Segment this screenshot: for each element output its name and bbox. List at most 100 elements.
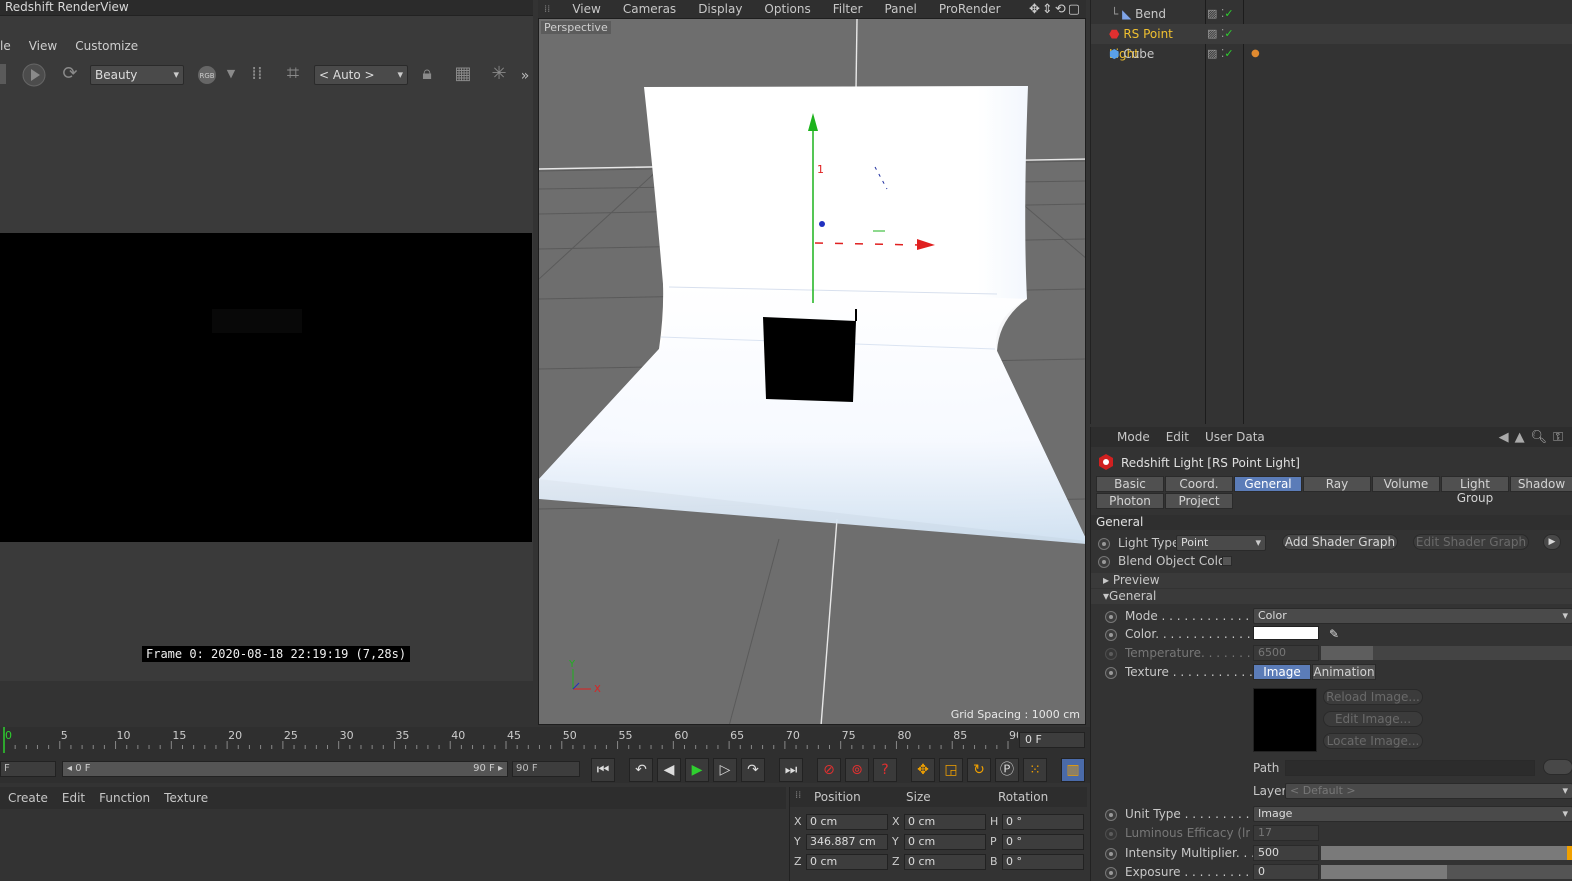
material-menu-texture[interactable]: Texture <box>164 791 208 805</box>
attr-menu-edit[interactable]: Edit <box>1166 430 1189 444</box>
color-swatch[interactable] <box>1253 626 1319 640</box>
previous-key-icon[interactable]: ↶ <box>629 758 653 782</box>
object-row-bend[interactable]: └ ◣ Bend ▨ ⁚✓ <box>1091 4 1572 24</box>
crop-icon[interactable]: ⌗ <box>280 63 306 85</box>
size-y-field[interactable]: 0 cm <box>904 834 986 850</box>
eyedropper-icon[interactable]: ✎ <box>1329 625 1339 643</box>
material-menu-create[interactable]: Create <box>8 791 48 805</box>
position-y-field[interactable]: 346.887 cm <box>806 834 888 850</box>
position-x-field[interactable]: 0 cm <box>806 814 888 830</box>
animate-radio[interactable] <box>1105 867 1117 879</box>
edit-image-button[interactable]: Edit Image... <box>1323 711 1423 727</box>
animate-radio[interactable] <box>1098 538 1110 550</box>
light-type-select[interactable]: Point <box>1176 535 1266 551</box>
visibility-toggles[interactable]: ▨ ⁚✓ <box>1207 4 1234 24</box>
menu-file[interactable]: le <box>0 39 11 53</box>
general-subsection-header[interactable]: ▾General <box>1091 589 1572 604</box>
refresh-icon[interactable]: ⟳ <box>58 64 82 84</box>
tab-volume[interactable]: Volume <box>1372 476 1440 492</box>
size-x-field[interactable]: 0 cm <box>904 814 986 830</box>
preview-section-header[interactable]: ▸ Preview <box>1091 573 1572 588</box>
viewport-menu-prorender[interactable]: ProRender <box>939 2 1001 16</box>
lock-icon[interactable]: 🔒︎ <box>416 64 438 84</box>
mode-select[interactable]: Color <box>1253 608 1572 624</box>
render-play-icon[interactable] <box>20 62 48 88</box>
unit-type-select[interactable]: Image <box>1253 806 1572 822</box>
visibility-toggles[interactable]: ▨ ⁚✓ <box>1207 24 1234 44</box>
rotation-key-icon[interactable]: ↻ <box>967 758 991 782</box>
viewport-menu-view[interactable]: View <box>572 2 600 16</box>
rotation-h-field[interactable]: 0 ° <box>1002 814 1084 830</box>
tab-photon[interactable]: Photon <box>1096 493 1164 509</box>
viewport-menu-filter[interactable]: Filter <box>833 2 863 16</box>
play-icon[interactable]: ▶ <box>685 758 709 782</box>
start-frame-field[interactable]: F <box>0 761 56 777</box>
viewport-menu-cameras[interactable]: Cameras <box>623 2 676 16</box>
tab-ray[interactable]: Ray <box>1303 476 1371 492</box>
rgb-channel-icon[interactable]: RGB <box>196 65 218 85</box>
perspective-viewport[interactable]: 1 Perspective Y X Grid Spacing : 1000 cm <box>538 18 1086 725</box>
attr-menu-user-data[interactable]: User Data <box>1205 430 1265 444</box>
exposure-field[interactable]: 0 <box>1253 864 1319 880</box>
path-browse-button[interactable] <box>1543 759 1572 775</box>
previous-frame-icon[interactable]: ◀ <box>657 758 681 782</box>
tab-basic[interactable]: Basic <box>1096 476 1164 492</box>
animate-radio[interactable] <box>1098 556 1110 568</box>
reload-image-button[interactable]: Reload Image... <box>1323 689 1423 705</box>
rotation-b-field[interactable]: 0 ° <box>1002 854 1084 870</box>
intensity-multiplier-field[interactable]: 500 <box>1253 845 1319 861</box>
animate-radio[interactable] <box>1105 848 1117 860</box>
expand-arrow-icon[interactable]: ▶ <box>1543 534 1561 550</box>
aov-select[interactable]: Beauty <box>90 65 184 85</box>
material-tag-icon[interactable]: ● <box>1251 44 1260 64</box>
intensity-slider[interactable] <box>1321 846 1572 860</box>
point-level-icon[interactable]: ⁙ <box>1023 758 1047 782</box>
visibility-toggles[interactable]: ▨ ⁚✓ <box>1207 44 1234 64</box>
more-chevron-icon[interactable]: » <box>518 66 532 86</box>
timeline-ruler[interactable]: 0 5 10 15 20 25 30 35 40 45 50 55 60 65 70 75 80 85 90 <box>0 727 1023 753</box>
luminous-efficacy-field[interactable]: 17 <box>1253 825 1319 841</box>
tab-light-group[interactable]: Light Group <box>1441 476 1509 505</box>
parameter-key-icon[interactable]: Ⓟ <box>995 758 1019 782</box>
viewport-nav-icons[interactable]: ✥⇕⟲▢ <box>1029 2 1082 17</box>
current-frame-field[interactable]: 0 F <box>1019 732 1085 748</box>
edit-shader-graph-button[interactable]: Edit Shader Graph <box>1413 534 1529 550</box>
end-frame-field[interactable]: 90 F <box>512 761 580 777</box>
animate-radio[interactable] <box>1105 629 1117 641</box>
tab-project[interactable]: Project <box>1165 493 1233 509</box>
tab-coord[interactable]: Coord. <box>1165 476 1233 492</box>
film-strip-icon[interactable]: ▥ <box>1061 758 1085 782</box>
object-row-rs-point-light[interactable]: ⬣ RS Point Light ▨ ⁚✓ <box>1091 24 1572 61</box>
animate-radio[interactable] <box>1105 828 1117 840</box>
go-to-start-icon[interactable]: ⏮ <box>591 758 615 782</box>
layer-select[interactable]: < Default > <box>1285 783 1572 799</box>
add-shader-graph-button[interactable]: Add Shader Graph <box>1282 534 1398 550</box>
zoom-select[interactable]: < Auto > <box>314 65 408 85</box>
temperature-slider[interactable] <box>1321 646 1572 660</box>
path-field[interactable] <box>1285 760 1535 776</box>
go-to-end-icon[interactable]: ⏭ <box>779 758 803 782</box>
grid-dots-icon[interactable]: ⁞⁞ <box>246 64 268 84</box>
position-z-field[interactable]: 0 cm <box>806 854 888 870</box>
tab-shadow[interactable]: Shadow <box>1510 476 1572 492</box>
material-menu-edit[interactable]: Edit <box>62 791 85 805</box>
texture-tab-image[interactable]: Image <box>1253 664 1311 680</box>
viewport-menu-display[interactable]: Display <box>698 2 742 16</box>
exposure-slider[interactable] <box>1321 865 1572 879</box>
animate-radio[interactable] <box>1105 667 1117 679</box>
range-slider[interactable]: ◂ 0 F 90 F ▸ <box>62 761 508 777</box>
attr-menu-mode[interactable]: Mode <box>1117 430 1150 444</box>
animate-radio[interactable] <box>1105 648 1117 660</box>
temperature-field[interactable]: 6500 <box>1253 645 1319 661</box>
size-z-field[interactable]: 0 cm <box>904 854 986 870</box>
blend-object-color-checkbox[interactable] <box>1222 556 1232 566</box>
animate-radio[interactable] <box>1105 611 1117 623</box>
menu-customize[interactable]: Customize <box>75 39 138 53</box>
next-key-icon[interactable]: ↷ <box>741 758 765 782</box>
record-keys-icon[interactable]: ⊘ <box>817 758 841 782</box>
keyframe-help-icon[interactable]: ? <box>873 758 897 782</box>
viewport-menu-panel[interactable]: Panel <box>884 2 916 16</box>
tab-general[interactable]: General <box>1234 476 1302 492</box>
scale-key-icon[interactable]: ◲ <box>939 758 963 782</box>
animate-radio[interactable] <box>1105 809 1117 821</box>
